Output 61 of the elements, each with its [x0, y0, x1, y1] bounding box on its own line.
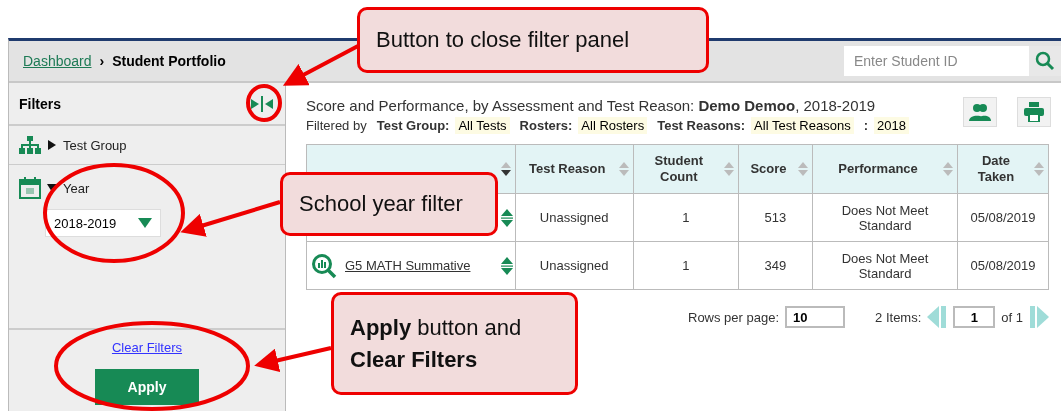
filter-value: 2018: [874, 117, 909, 134]
column-header[interactable]: Student Count: [633, 144, 739, 194]
table-cell: 05/08/2019: [957, 241, 1049, 290]
filter-group-label[interactable]: Year: [63, 180, 90, 196]
item-count: 2 Items:: [875, 309, 922, 325]
collapse-icon: [251, 95, 273, 112]
filter-value: All Tests: [455, 117, 510, 134]
dropdown-arrow-icon: [138, 218, 152, 228]
column-header[interactable]: Test Reason: [515, 144, 634, 194]
rows-per-page-label: Rows per page:: [688, 309, 780, 325]
callout-box: Button to close filter panel: [357, 7, 709, 73]
table-cell: 05/08/2019: [957, 193, 1049, 242]
assessment-link[interactable]: G5 MATH Summative: [345, 257, 492, 274]
expand-toggle-icon[interactable]: [499, 207, 514, 228]
print-button[interactable]: [1017, 97, 1051, 127]
sort-icon[interactable]: [500, 161, 511, 177]
table-cell: Unassigned: [515, 241, 634, 290]
column-header[interactable]: Performance: [812, 144, 958, 194]
student-id-field[interactable]: Enter Student ID: [844, 46, 1029, 76]
table-cell: Does Not Meet Standard: [812, 241, 958, 290]
filter-key: Test Group:: [376, 118, 450, 133]
clear-filters-link[interactable]: Clear Filters: [111, 340, 183, 355]
year-dropdown[interactable]: 2018-2019: [45, 209, 161, 237]
filter-key: Rosters:: [519, 118, 573, 133]
caret-right-icon[interactable]: [47, 140, 57, 150]
calendar-icon: [19, 177, 41, 199]
search-icon: [1035, 51, 1055, 71]
filters-title: Filters: [19, 95, 61, 112]
filter-key: :: [863, 118, 869, 133]
highlight-circle: [246, 84, 282, 122]
filter-key: Test Reasons:: [657, 118, 746, 133]
table-cell: 1: [633, 193, 739, 242]
table-cell: Unassigned: [515, 193, 634, 242]
people-icon: [968, 103, 992, 121]
column-header[interactable]: Score: [738, 144, 813, 194]
breadcrumb-current: Student Portfolio: [112, 53, 226, 69]
caret-down-icon[interactable]: [47, 183, 57, 193]
table-cell: Does Not Meet Standard: [812, 193, 958, 242]
rows-per-page-field[interactable]: 10: [785, 306, 846, 328]
callout-box: Apply button and Clear Filters: [331, 292, 578, 395]
callout-box: School year filter: [280, 172, 498, 236]
column-header[interactable]: Date Taken: [957, 144, 1049, 194]
filter-group-label[interactable]: Test Group: [63, 137, 127, 153]
printer-icon: [1024, 102, 1044, 122]
breadcrumb-separator: ›: [99, 53, 105, 69]
table-cell: 513: [738, 193, 813, 242]
table-cell: 349: [738, 241, 813, 290]
page-number-field[interactable]: 1: [953, 306, 996, 328]
hierarchy-icon: [19, 136, 41, 154]
report-title: Score and Performance, by Assessment and Test Reason: Demo Demoo, 2018-2019: [306, 97, 877, 114]
table-cell: 1: [633, 241, 739, 290]
page-total: of 1: [1001, 309, 1023, 325]
group-button[interactable]: [963, 97, 997, 127]
search-button[interactable]: [1029, 46, 1061, 76]
filtered-by-label: Filtered by: [306, 118, 367, 133]
filter-value: All Test Reasons: [751, 117, 854, 134]
apply-button[interactable]: Apply: [95, 369, 199, 405]
magnifier-chart-icon[interactable]: [311, 252, 337, 279]
breadcrumb-link[interactable]: Dashboard: [23, 53, 92, 69]
expand-toggle-icon[interactable]: [499, 255, 514, 276]
filter-value: All Rosters: [578, 117, 648, 134]
